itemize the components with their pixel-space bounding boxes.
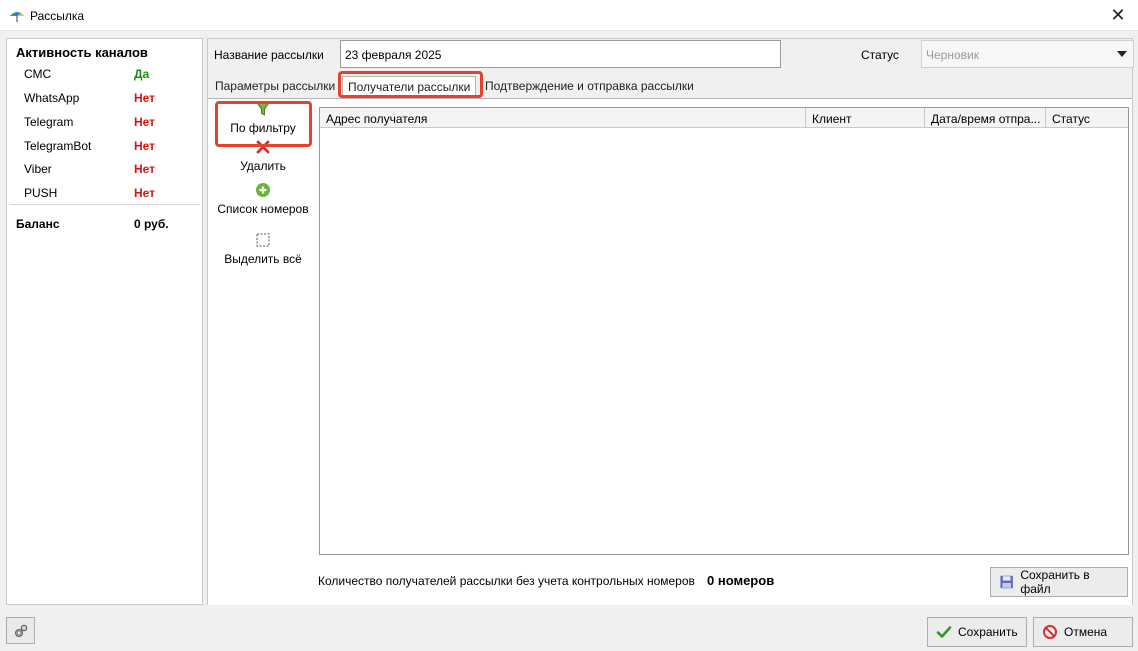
status-select[interactable]: Черновик <box>921 40 1134 68</box>
filter-button[interactable]: По фильтру <box>211 101 315 135</box>
channel-row-push: PUSH Нет <box>24 186 194 204</box>
window-frame: Активность каналов СМС Да WhatsApp Нет T… <box>0 31 1138 651</box>
select-all-button[interactable]: Выделить всё <box>211 232 315 266</box>
channels-heading: Активность каналов <box>16 45 148 60</box>
delete-button-label: Удалить <box>240 159 286 173</box>
channel-row-sms: СМС Да <box>24 67 194 85</box>
recipients-tab-content: По фильтру Удалить Список номеров Выдели… <box>208 98 1132 605</box>
red-x-icon <box>256 140 270 154</box>
tab-confirm-send[interactable]: Подтверждение и отправка рассылки <box>485 79 694 93</box>
status-value: Черновик <box>926 48 979 62</box>
close-icon: ✕ <box>1110 5 1126 25</box>
bottom-bar: Сохранить Отмена <box>0 610 1138 651</box>
channel-name: TelegramBot <box>24 139 92 153</box>
app-umbrella-icon <box>10 12 24 22</box>
channel-status: Нет <box>134 139 156 153</box>
channel-name: СМС <box>24 67 52 81</box>
tab-recipients[interactable]: Получатели рассылки <box>342 76 477 98</box>
grid-header: Адрес получателя Клиент Дата/время отпра… <box>320 108 1128 128</box>
save-button-label: Сохранить <box>958 625 1018 639</box>
channels-divider <box>10 204 200 205</box>
number-list-button[interactable]: Список номеров <box>211 182 315 216</box>
checkmark-icon <box>936 626 952 638</box>
channel-name: Telegram <box>24 115 74 129</box>
channels-panel: Активность каналов СМС Да WhatsApp Нет T… <box>6 38 203 605</box>
channel-status: Нет <box>134 186 156 200</box>
channel-name: Viber <box>24 162 52 176</box>
col-client[interactable]: Клиент <box>806 108 925 128</box>
balance-label: Баланс <box>16 217 60 231</box>
tab-strip: Параметры рассылки Получатели рассылки П… <box>208 76 1134 98</box>
main-panel: Название рассылки 23 февраля 2025 Статус… <box>207 38 1134 605</box>
cancel-button-label: Отмена <box>1064 625 1108 639</box>
save-button[interactable]: Сохранить <box>927 617 1027 647</box>
recipient-count-value: 0 номеров <box>707 573 775 588</box>
channel-status: Нет <box>134 115 156 129</box>
chevron-down-icon <box>1117 51 1127 57</box>
channel-row-viber: Viber Нет <box>24 162 194 180</box>
filter-button-label: По фильтру <box>230 121 296 135</box>
balance-value: 0 руб. <box>134 217 169 231</box>
funnel-icon <box>256 102 270 116</box>
floppy-disk-icon <box>1000 575 1013 589</box>
channel-row-telegram: Telegram Нет <box>24 115 194 133</box>
channel-row-telegrambot: TelegramBot Нет <box>24 139 194 157</box>
recipient-count-label: Количество получателей рассылки без учет… <box>318 574 695 588</box>
title-bar: Рассылка ✕ <box>0 0 1138 31</box>
channel-status: Нет <box>134 162 156 176</box>
channel-row-whatsapp: WhatsApp Нет <box>24 91 194 109</box>
save-to-file-label: Сохранить в файл <box>1020 568 1090 596</box>
col-status[interactable]: Статус <box>1046 108 1128 128</box>
name-input[interactable]: 23 февраля 2025 <box>340 40 781 68</box>
tab-parameters[interactable]: Параметры рассылки <box>215 79 335 93</box>
no-entry-icon <box>1043 625 1057 639</box>
close-button[interactable]: ✕ <box>1098 0 1138 31</box>
channel-status: Нет <box>134 91 156 105</box>
gears-icon <box>14 624 27 637</box>
name-label: Название рассылки <box>214 48 324 62</box>
select-all-button-label: Выделить всё <box>224 252 302 266</box>
col-address[interactable]: Адрес получателя <box>320 108 806 128</box>
plus-circle-icon <box>256 183 270 197</box>
channel-name: PUSH <box>24 186 58 200</box>
settings-button[interactable] <box>6 617 35 644</box>
delete-button[interactable]: Удалить <box>211 139 315 173</box>
col-datetime[interactable]: Дата/время отпра... <box>925 108 1046 128</box>
cancel-button[interactable]: Отмена <box>1033 617 1133 647</box>
status-label: Статус <box>861 48 899 62</box>
save-to-file-button[interactable]: Сохранить в файл <box>990 567 1128 597</box>
dashed-select-icon <box>256 233 270 247</box>
recipients-grid[interactable]: Адрес получателя Клиент Дата/время отпра… <box>319 107 1129 555</box>
number-list-button-label: Список номеров <box>217 202 309 216</box>
window-title: Рассылка <box>30 9 85 23</box>
channel-name: WhatsApp <box>24 91 80 105</box>
channel-status: Да <box>134 67 150 81</box>
